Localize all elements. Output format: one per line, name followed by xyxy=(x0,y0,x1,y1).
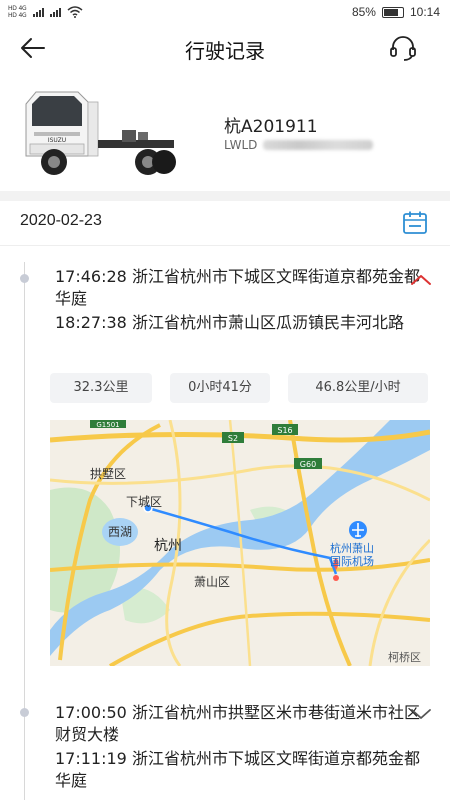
road-shield-s16: S16 xyxy=(277,426,292,435)
trip-start: 17:00:50 浙江省杭州市拱墅区米市巷街道米市社区财贸大楼 xyxy=(55,703,420,744)
map-canvas[interactable]: S2 S16 G60 G1501 拱墅区 下城区 西湖 杭州 萧山区 杭州萧山 … xyxy=(50,420,430,666)
road-shield-g1501: G1501 xyxy=(96,421,119,429)
truck-image: ISUZU xyxy=(25,91,176,175)
vin-prefix: LWLD xyxy=(224,138,258,152)
vehicle-card: ISUZU 杭A201911 LWLD xyxy=(0,72,450,192)
selected-date: 2020-02-23 xyxy=(20,212,102,229)
chevron-down-icon[interactable] xyxy=(410,706,432,722)
page-title: 行驶记录 xyxy=(185,39,265,63)
calendar-icon[interactable] xyxy=(402,210,428,236)
speed-stat: 46.8公里/小时 xyxy=(288,373,428,403)
trip-item[interactable]: 17:00:50 浙江省杭州市拱墅区米市巷街道米市社区财贸大楼 17:11:19… xyxy=(55,702,425,792)
date-row: 2020-02-23 xyxy=(0,201,450,246)
map-label-xiaoshan: 萧山区 xyxy=(194,575,230,589)
battery-percent: 85% xyxy=(351,5,376,19)
map-label-airport-line2: 国际机场 xyxy=(330,554,374,568)
road-shield-s2: S2 xyxy=(228,434,238,443)
trip-item[interactable]: 17:46:28 浙江省杭州市下城区文晖街道京都苑金都华庭 18:27:38 浙… xyxy=(55,266,425,334)
timeline-dot xyxy=(20,274,29,283)
route-map[interactable]: S2 S16 G60 G1501 拱墅区 下城区 西湖 杭州 萧山区 杭州萧山 … xyxy=(50,420,430,666)
duration-stat: 0小时41分 xyxy=(170,373,270,403)
status-bar: HD 4G HD 4G 85% 10:14 xyxy=(0,0,450,26)
map-label-xihu: 西湖 xyxy=(108,524,132,539)
vin-redacted xyxy=(263,140,374,150)
sim2-label: HD 4G xyxy=(8,12,27,19)
signal-1-icon xyxy=(32,7,44,17)
clock: 10:14 xyxy=(409,5,440,19)
timeline-line xyxy=(24,262,25,800)
sim1-label: HD 4G xyxy=(8,5,27,12)
vin-row: LWLD xyxy=(224,138,374,152)
trip-start: 17:46:28 浙江省杭州市下城区文晖街道京都苑金都华庭 xyxy=(55,267,420,308)
chevron-up-icon[interactable] xyxy=(410,272,432,288)
trip-end: 17:11:19 浙江省杭州市下城区文晖街道京都苑金都华庭 xyxy=(55,749,420,790)
map-label-airport-line1: 杭州萧山 xyxy=(330,541,374,555)
app-header: 行驶记录 xyxy=(0,26,450,70)
trip-end: 18:27:38 浙江省杭州市萧山区瓜沥镇民丰河北路 xyxy=(55,313,404,332)
map-label-hangzhou: 杭州 xyxy=(154,538,182,554)
sim-labels: HD 4G HD 4G xyxy=(8,5,27,19)
map-label-gongshu: 拱墅区 xyxy=(90,467,126,481)
trip-stats: 32.3公里 0小时41分 46.8公里/小时 xyxy=(50,373,430,405)
signal-group: HD 4G HD 4G xyxy=(8,5,83,19)
status-right: 85% 10:14 xyxy=(352,5,440,19)
road-shield-g60: G60 xyxy=(300,460,316,469)
map-label-kejiao: 柯桥区 xyxy=(388,651,421,664)
map-label-xiacheng: 下城区 xyxy=(126,495,162,509)
plate-number: 杭A201911 xyxy=(224,117,318,137)
signal-2-icon xyxy=(49,7,61,17)
customer-service-icon[interactable] xyxy=(388,33,418,63)
distance-stat: 32.3公里 xyxy=(50,373,152,403)
timeline-dot xyxy=(20,708,29,717)
battery-icon xyxy=(381,6,404,18)
section-divider xyxy=(0,191,450,201)
wifi-icon xyxy=(67,6,83,18)
truck-logo: ISUZU xyxy=(48,137,66,144)
